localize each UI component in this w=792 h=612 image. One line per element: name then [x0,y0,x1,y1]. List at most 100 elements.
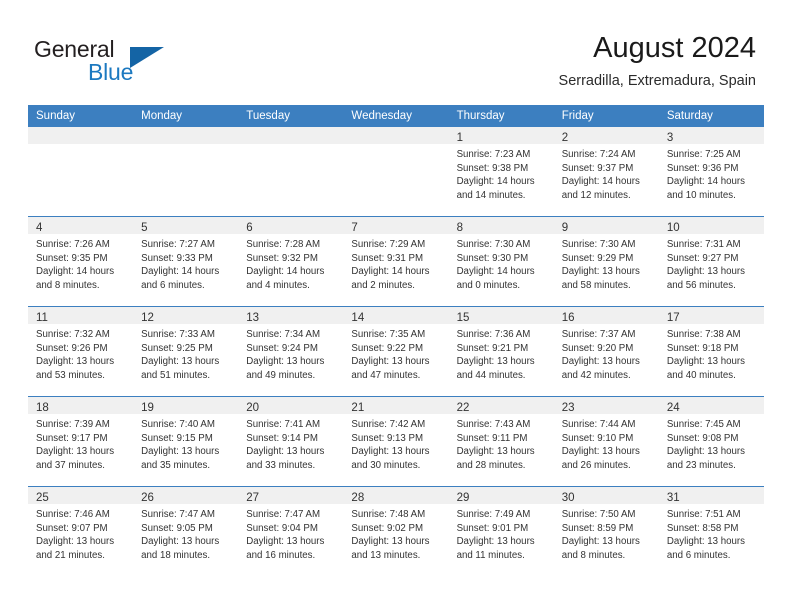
calendar-day-cell[interactable]: 5 Sunrise: 7:27 AM Sunset: 9:33 PM Daylight… [133,216,239,307]
calendar-day-cell[interactable]: 27 Sunrise: 7:47 AM Sunset: 9:04 PM Dayligh… [238,486,344,576]
day-details: Sunrise: 7:43 AM Sunset: 9:11 PM Daylight:… [449,414,554,472]
day-details: Sunrise: 7:47 AM Sunset: 9:04 PM Daylight:… [238,504,343,562]
day-number-bar: 12 [133,307,239,324]
calendar-day-cell[interactable]: 21 Sunrise: 7:42 AM Sunset: 9:13 PM Dayligh… [343,396,449,487]
day-number: 19 [141,402,154,414]
day-detail-line: and 53 minutes. [36,369,105,381]
day-detail-line: and 12 minutes. [561,189,631,201]
day-details: Sunrise: 7:49 AM Sunset: 9:01 PM Daylight:… [449,504,554,562]
day-detail-line: Daylight: 14 hours [456,176,535,188]
calendar-week-row: 18 Sunrise: 7:39 AM Sunset: 9:17 PM Dayligh… [28,396,764,487]
calendar-day-cell[interactable]: 16 Sunrise: 7:37 AM Sunset: 9:20 PM Dayligh… [553,306,659,397]
calendar-day-cell[interactable]: 7 Sunrise: 7:29 AM Sunset: 9:31 PM Daylight… [343,216,449,307]
calendar-day-cell[interactable]: 19 Sunrise: 7:40 AM Sunset: 9:15 PM Dayligh… [133,396,239,487]
day-detail-line: Sunset: 9:13 PM [351,432,424,444]
day-details: Sunrise: 7:24 AM Sunset: 9:37 PM Daylight:… [554,144,659,202]
calendar-day-cell[interactable]: 13 Sunrise: 7:34 AM Sunset: 9:24 PM Dayligh… [238,306,344,397]
day-detail-line: and 44 minutes. [456,369,526,381]
calendar-day-cell[interactable]: 22 Sunrise: 7:43 AM Sunset: 9:11 PM Dayligh… [448,396,554,487]
calendar-header-row: Sunday Monday Tuesday Wednesday Thursday Frid… [28,105,764,127]
day-detail-line: Sunset: 8:58 PM [666,522,739,534]
calendar-day-cell[interactable]: 2 Sunrise: 7:24 AM Sunset: 9:37 PM Daylight… [553,127,659,217]
calendar-day-cell[interactable]: 8 Sunrise: 7:30 AM Sunset: 9:30 PM Daylight… [448,216,554,307]
day-detail-line: Daylight: 13 hours [351,446,430,458]
day-detail-line: and 33 minutes. [246,459,316,471]
calendar-day-cell[interactable]: 28 Sunrise: 7:48 AM Sunset: 9:02 PM Dayligh… [343,486,449,576]
day-number: 5 [141,222,148,234]
day-detail-line: and 8 minutes. [561,549,626,561]
day-number-bar: 15 [448,307,554,324]
general-blue-logo: General Blue [34,36,234,88]
day-detail-line: and 10 minutes. [666,189,736,201]
day-detail-line: Sunrise: 7:34 AM [246,329,321,340]
day-detail-line: Sunrise: 7:27 AM [141,239,215,250]
day-number-bar: 21 [343,397,449,414]
calendar-day-cell[interactable]: 15 Sunrise: 7:36 AM Sunset: 9:21 PM Dayligh… [448,306,554,397]
day-number: 2 [561,132,569,144]
calendar-day-cell[interactable]: 30 Sunrise: 7:50 AM Sunset: 8:59 PM Dayligh… [553,486,659,576]
calendar-day-cell[interactable]: 10 Sunrise: 7:31 AM Sunset: 9:27 PM Dayligh… [658,216,764,307]
day-detail-line: and 6 minutes. [141,279,205,291]
day-detail-line: Daylight: 14 hours [36,266,115,278]
day-detail-line: and 18 minutes. [141,549,211,561]
day-detail-line: Sunset: 9:36 PM [666,162,739,174]
calendar-day-cell[interactable]: 9 Sunrise: 7:30 AM Sunset: 9:29 PM Daylight… [553,216,659,307]
weekday-header-sunday: Sunday [28,105,134,127]
day-details: Sunrise: 7:42 AM Sunset: 9:13 PM Daylight:… [343,414,448,472]
day-detail-line: Sunrise: 7:43 AM [456,419,531,430]
calendar-day-cell[interactable]: 11 Sunrise: 7:32 AM Sunset: 9:26 PM Dayligh… [28,306,134,397]
weekday-header-wednesday: Wednesday [343,105,449,127]
calendar-day-cell[interactable]: 12 Sunrise: 7:33 AM Sunset: 9:25 PM Dayligh… [133,306,239,397]
day-number-bar: 17 [658,307,764,324]
day-number-bar: 27 [238,487,344,504]
day-number: 6 [246,222,253,234]
day-detail-line: Sunrise: 7:37 AM [561,329,636,340]
calendar-day-cell[interactable]: 1 Sunrise: 7:23 AM Sunset: 9:38 PM Daylight… [448,127,554,217]
day-details: Sunrise: 7:40 AM Sunset: 9:15 PM Daylight:… [133,414,238,472]
day-detail-line: Sunrise: 7:30 AM [561,239,636,250]
page-header: General Blue August 2024 Serradilla, Ext… [0,0,792,100]
day-detail-line: Sunset: 9:15 PM [141,432,213,444]
calendar-day-cell[interactable]: 18 Sunrise: 7:39 AM Sunset: 9:17 PM Dayligh… [28,396,134,487]
day-detail-line: Sunset: 9:38 PM [456,162,529,174]
day-detail-line: Sunrise: 7:51 AM [666,509,741,520]
day-number: 3 [666,132,674,144]
day-detail-line: Sunset: 9:25 PM [141,342,213,354]
day-detail-line: Daylight: 13 hours [561,536,640,548]
day-details: Sunrise: 7:47 AM Sunset: 9:05 PM Daylight:… [133,504,238,562]
day-number: 22 [456,402,470,414]
calendar-day-cell[interactable]: 6 Sunrise: 7:28 AM Sunset: 9:32 PM Daylight… [238,216,344,307]
day-detail-line: Sunrise: 7:40 AM [141,419,215,430]
day-detail-line: Daylight: 13 hours [351,536,430,548]
day-number-bar: 11 [28,307,134,324]
calendar-day-cell[interactable]: 4 Sunrise: 7:26 AM Sunset: 9:35 PM Daylight… [28,216,134,307]
calendar-day-cell[interactable]: 29 Sunrise: 7:49 AM Sunset: 9:01 PM Dayligh… [448,486,554,576]
day-detail-line: and 21 minutes. [36,549,105,561]
day-number-bar [343,127,449,144]
calendar-week-row: 4 Sunrise: 7:26 AM Sunset: 9:35 PM Daylight… [28,216,764,307]
day-number-bar: 16 [553,307,659,324]
calendar-day-cell[interactable]: 17 Sunrise: 7:38 AM Sunset: 9:18 PM Dayligh… [658,306,764,397]
page-title: August 2024 [593,32,756,64]
calendar-day-cell[interactable]: 14 Sunrise: 7:35 AM Sunset: 9:22 PM Dayligh… [343,306,449,397]
calendar-day-cell[interactable]: 31 Sunrise: 7:51 AM Sunset: 8:58 PM Dayligh… [658,486,764,576]
weekday-header-friday: Friday [553,105,659,127]
day-number: 15 [456,312,470,324]
day-number: 14 [351,312,365,324]
calendar-day-cell[interactable]: 3 Sunrise: 7:25 AM Sunset: 9:36 PM Daylight… [658,127,764,217]
day-details: Sunrise: 7:36 AM Sunset: 9:21 PM Daylight:… [449,324,554,382]
day-number-bar [133,127,239,144]
day-number-bar: 4 [28,217,134,234]
calendar-week-row: 25 Sunrise: 7:46 AM Sunset: 9:07 PM Dayligh… [28,486,764,576]
calendar-day-cell[interactable]: 20 Sunrise: 7:41 AM Sunset: 9:14 PM Dayligh… [238,396,344,487]
calendar-day-cell[interactable]: 26 Sunrise: 7:47 AM Sunset: 9:05 PM Dayligh… [133,486,239,576]
title-block: August 2024 Serradilla, Extremadura, Spa… [559,30,756,91]
day-details: Sunrise: 7:28 AM Sunset: 9:32 PM Daylight:… [238,234,343,292]
day-detail-line: Sunset: 9:02 PM [351,522,424,534]
calendar-day-cell[interactable]: 24 Sunrise: 7:45 AM Sunset: 9:08 PM Dayligh… [658,396,764,487]
day-detail-line: and 23 minutes. [666,459,736,471]
calendar-day-cell[interactable]: 25 Sunrise: 7:46 AM Sunset: 9:07 PM Dayligh… [28,486,134,576]
day-detail-line: Daylight: 14 hours [141,266,220,278]
calendar-day-cell[interactable]: 23 Sunrise: 7:44 AM Sunset: 9:10 PM Dayligh… [553,396,659,487]
day-detail-line: Sunrise: 7:36 AM [456,329,531,340]
